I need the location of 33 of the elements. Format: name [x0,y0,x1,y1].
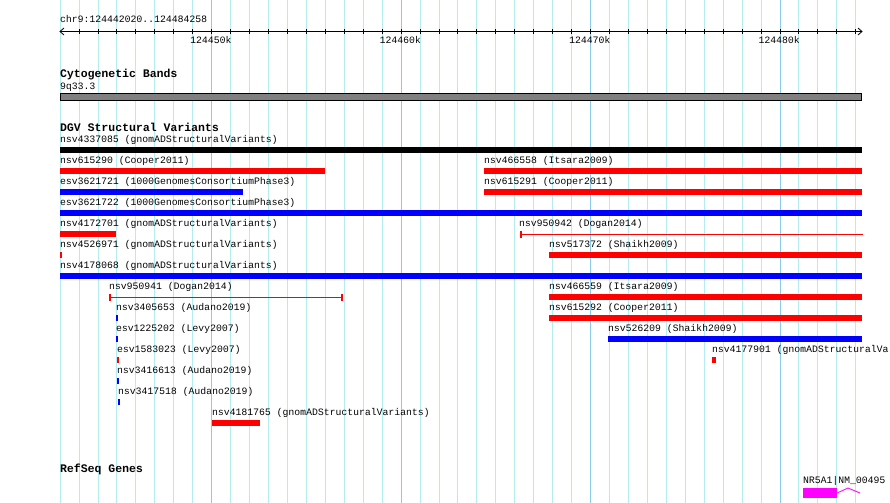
feature-label: nsv466558 (Itsara2009) [484,155,614,167]
feature-label: nsv3417518 (Audano2019) [118,386,254,398]
feature-label: nsv950942 (Dogan2014) [519,218,642,230]
feature-label: 9q33.3 [60,81,96,93]
feature-label: nsv466559 (Itsara2009) [549,281,678,293]
feature-label: esv3621721 (1000GenomesConsortiumPhase3) [60,176,296,188]
tick-label: 124470k [569,35,610,47]
feature-label: nsv615291 (Cooper2011) [484,176,614,188]
feature-label: nsv517372 (Shaikh2009) [549,239,678,251]
feature-label: nsv4177901 (gnomADStructuralVa [712,344,888,356]
track-title: Cytogenetic Bands [60,68,178,81]
feature-label: esv3621722 (1000GenomesConsortiumPhase3) [60,197,296,209]
feature-label: nsv4178068 (gnomADStructuralVariants) [60,260,278,272]
feature-label: nsv4526971 (gnomADStructuralVariants) [60,239,278,251]
feature-label: nsv615290 (Cooper2011) [60,155,190,167]
track-title: RefSeq Genes [60,463,143,476]
feature-label: nsv4172701 (gnomADStructuralVariants) [60,218,278,230]
feature-label: nsv615292 (Cooper2011) [549,302,678,314]
intron-line [837,487,861,495]
tick-label: 124480k [758,35,800,47]
feature-label: nsv3405653 (Audano2019) [116,302,252,314]
feature-label: esv1583023 (Levy2007) [117,344,240,356]
feature-label: nsv526209 (Shaikh2009) [608,323,738,335]
location-label: chr9:124442020..124484258 [60,14,207,26]
feature-label: nsv4181765 (gnomADStructuralVariants) [212,407,430,419]
tick-label: 124450k [190,35,232,47]
feature-label: nsv4337085 (gnomADStructuralVariants) [60,134,278,146]
feature-label: nsv3416613 (Audano2019) [117,365,252,377]
track-title: DGV Structural Variants [60,122,219,135]
feature-label: nsv950941 (Dogan2014) [109,281,232,293]
feature-label: esv1225202 (Levy2007) [116,323,240,335]
feature-label: NR5A1|NM_00495 [803,475,886,487]
tick-label: 124460k [380,35,421,47]
